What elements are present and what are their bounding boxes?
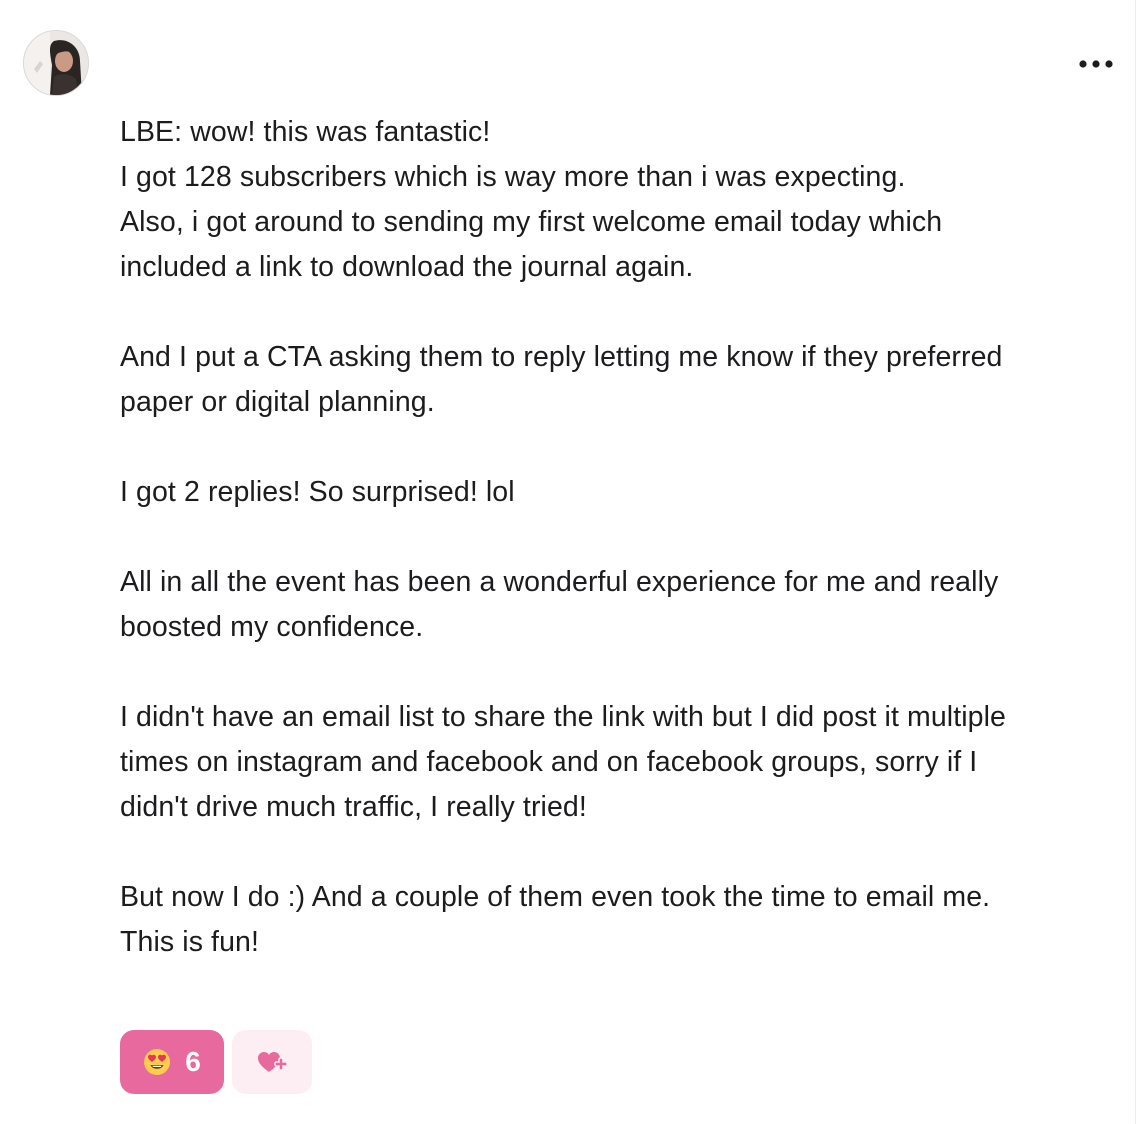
post-line: Also, i got around to sending my first w… (120, 206, 943, 238)
post-line: I didn't have an email list to share the… (120, 701, 1007, 733)
post-paragraph: But now I do :) And a couple of them eve… (120, 875, 1124, 965)
post-line: This is fun! (120, 926, 259, 958)
post-paragraph: I got 2 replies! So surprised! lol (120, 470, 1124, 515)
post-paragraph: I didn't have an email list to share the… (120, 695, 1124, 830)
post-paragraph: LBE: wow! this was fantastic! I got 128 … (120, 110, 1124, 290)
post-card: LBE: wow! this was fantastic! I got 128 … (0, 0, 1136, 1124)
post-line: I got 2 replies! So surprised! lol (120, 476, 515, 508)
post-line: times on instagram and facebook and on f… (120, 746, 978, 778)
post-line: LBE: wow! this was fantastic! (120, 116, 491, 148)
more-options-button[interactable] (1072, 46, 1120, 82)
reaction-count: 6 (185, 1046, 201, 1077)
post-body: LBE: wow! this was fantastic! I got 128 … (120, 110, 1124, 1010)
post-line: paper or digital planning. (120, 386, 435, 418)
more-horizontal-icon (1079, 60, 1113, 68)
post-paragraph: And I put a CTA asking them to reply let… (120, 335, 1124, 425)
heart-eyes-emoji-icon (144, 1049, 171, 1075)
post-paragraph: All in all the event has been a wonderfu… (120, 560, 1124, 650)
reaction-heart-eyes-button[interactable]: 6 (120, 1030, 224, 1094)
post-line: didn't drive much traffic, I really trie… (120, 791, 587, 823)
post-line: And I put a CTA asking them to reply let… (120, 341, 1003, 373)
post-line: I got 128 subscribers which is way more … (120, 161, 906, 193)
post-line: But now I do :) And a couple of them eve… (120, 881, 991, 913)
post-line: included a link to download the journal … (120, 251, 694, 283)
post-line: boosted my confidence. (120, 611, 424, 643)
avatar[interactable] (23, 30, 89, 96)
avatar-image (24, 31, 88, 95)
reactions-bar: 6 (120, 1030, 312, 1094)
heart-plus-icon (258, 1052, 288, 1072)
add-reaction-button[interactable] (232, 1030, 312, 1094)
post-line: All in all the event has been a wonderfu… (120, 566, 999, 598)
